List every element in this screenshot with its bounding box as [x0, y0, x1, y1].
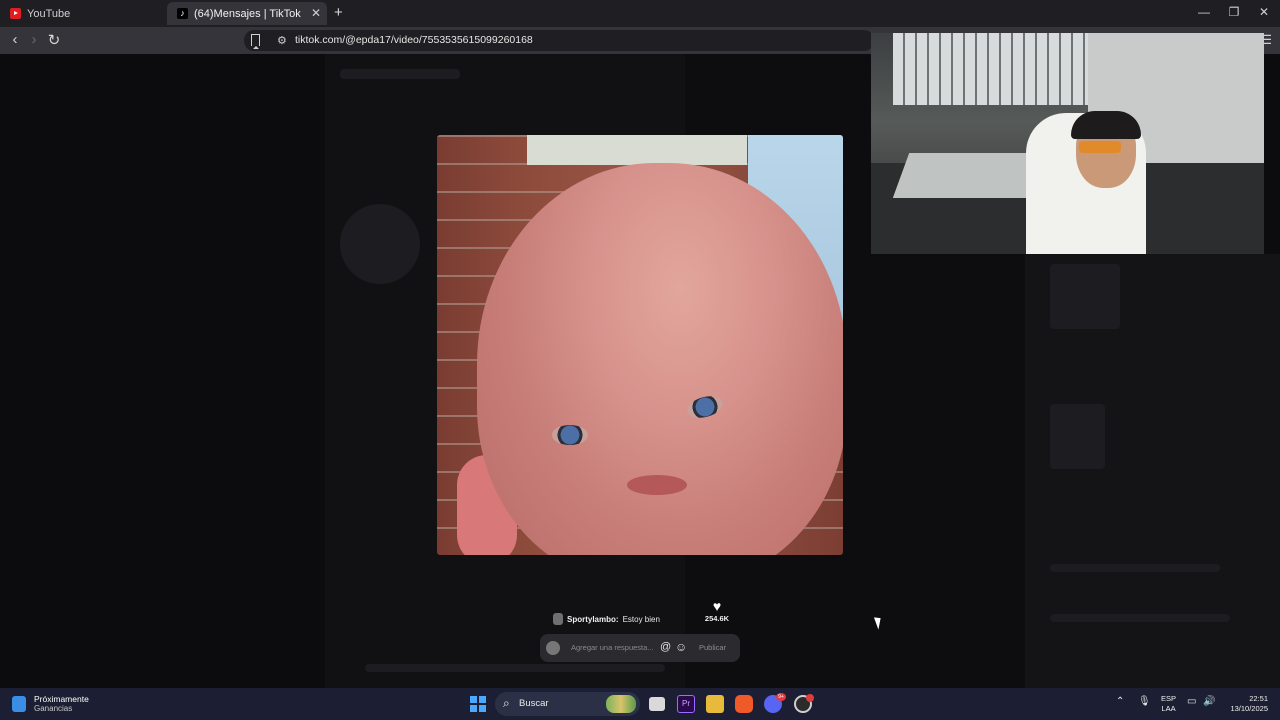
site-settings-icon[interactable]: ⚙	[277, 34, 287, 47]
back-icon[interactable]: ‹	[6, 31, 24, 48]
tab-label: (64)Mensajes | TikTok	[194, 7, 301, 20]
mention-button[interactable]: @	[660, 641, 671, 653]
language-indicator[interactable]: ESP LAA	[1161, 694, 1176, 714]
tab-youtube[interactable]: YouTube	[0, 2, 166, 25]
notification-dot	[806, 694, 814, 702]
url-text[interactable]: tiktok.com/@epda17/video/755353561509926…	[295, 34, 533, 46]
widgets-icon	[12, 695, 26, 712]
premiere-pro-icon[interactable]: Pr	[677, 695, 695, 713]
date: 13/10/2025	[1230, 704, 1268, 713]
minimize-button[interactable]: —	[1189, 5, 1219, 19]
tab-tiktok-messages[interactable]: ♪ (64)Mensajes | TikTok ✕	[167, 2, 327, 25]
microphone-icon[interactable]: 🎙	[1138, 696, 1151, 707]
tab-label: YouTube	[27, 7, 71, 20]
restore-button[interactable]: ❐	[1219, 5, 1249, 19]
reply-text: Estoy bien	[622, 614, 660, 624]
like-count: 254.6K	[704, 614, 730, 623]
widgets-button[interactable]: Próximamente Ganancias	[12, 694, 89, 713]
windows-start-icon[interactable]	[470, 696, 486, 712]
video-player[interactable]	[437, 135, 843, 555]
volume-icon[interactable]: 🔊	[1203, 696, 1215, 707]
time: 22:51	[1249, 694, 1268, 703]
forward-icon[interactable]: ›	[25, 31, 43, 48]
youtube-icon	[10, 8, 21, 19]
task-view-icon[interactable]	[649, 697, 665, 711]
file-explorer-icon[interactable]	[706, 695, 724, 713]
widget-subtitle: Ganancias	[34, 704, 73, 713]
publish-button[interactable]: Publicar	[699, 643, 726, 652]
close-window-button[interactable]: ✕	[1249, 5, 1279, 19]
reply-input[interactable]: Agregar una respuesta...	[571, 643, 654, 652]
taskbar-search[interactable]: ⌕ Buscar	[495, 692, 640, 716]
reply-message: Sportylambo: Estoy bien	[553, 613, 660, 625]
display-icon[interactable]: ▭	[1187, 696, 1196, 707]
emoji-icon[interactable]: ☺	[675, 640, 687, 654]
taskbar: Próximamente Ganancias ⌕ Buscar Pr 9+ ⌃ …	[0, 688, 1280, 720]
search-highlight-icon	[606, 695, 636, 713]
discord-badge: 9+	[776, 693, 786, 701]
brave-browser-icon[interactable]	[735, 695, 753, 713]
search-icon: ⌕	[503, 696, 510, 710]
new-tab-button[interactable]: +	[334, 4, 343, 21]
reply-input-bar[interactable]: Agregar una respuesta... @ ☺ Publicar	[540, 634, 740, 662]
widget-title: Próximamente	[34, 694, 89, 704]
dimmed-comments-panel	[1025, 254, 1280, 688]
my-avatar	[546, 641, 560, 655]
clock[interactable]: 22:51 13/10/2025	[1222, 694, 1268, 714]
close-tab-icon[interactable]: ✕	[311, 6, 321, 20]
doll-face	[477, 163, 843, 555]
tab-bar: YouTube ♪ (64)Mensajes | TikTok ✕ + — ❐ …	[0, 0, 1280, 27]
webcam-overlay	[871, 33, 1264, 254]
heart-icon[interactable]: ♥	[700, 598, 734, 614]
chevron-up-icon[interactable]: ⌃	[1116, 696, 1124, 707]
reply-username[interactable]: Sportylambo:	[567, 615, 619, 624]
search-label: Buscar	[519, 698, 549, 709]
address-bar[interactable]: ⚙ tiktok.com/@epda17/video/7553535615099…	[244, 30, 874, 51]
bookmark-icon[interactable]	[251, 34, 260, 49]
user-avatar	[553, 613, 563, 625]
reload-icon[interactable]: ↻	[45, 31, 63, 49]
like-button[interactable]: ♥ 254.6K	[700, 598, 734, 623]
tiktok-icon: ♪	[177, 8, 188, 19]
